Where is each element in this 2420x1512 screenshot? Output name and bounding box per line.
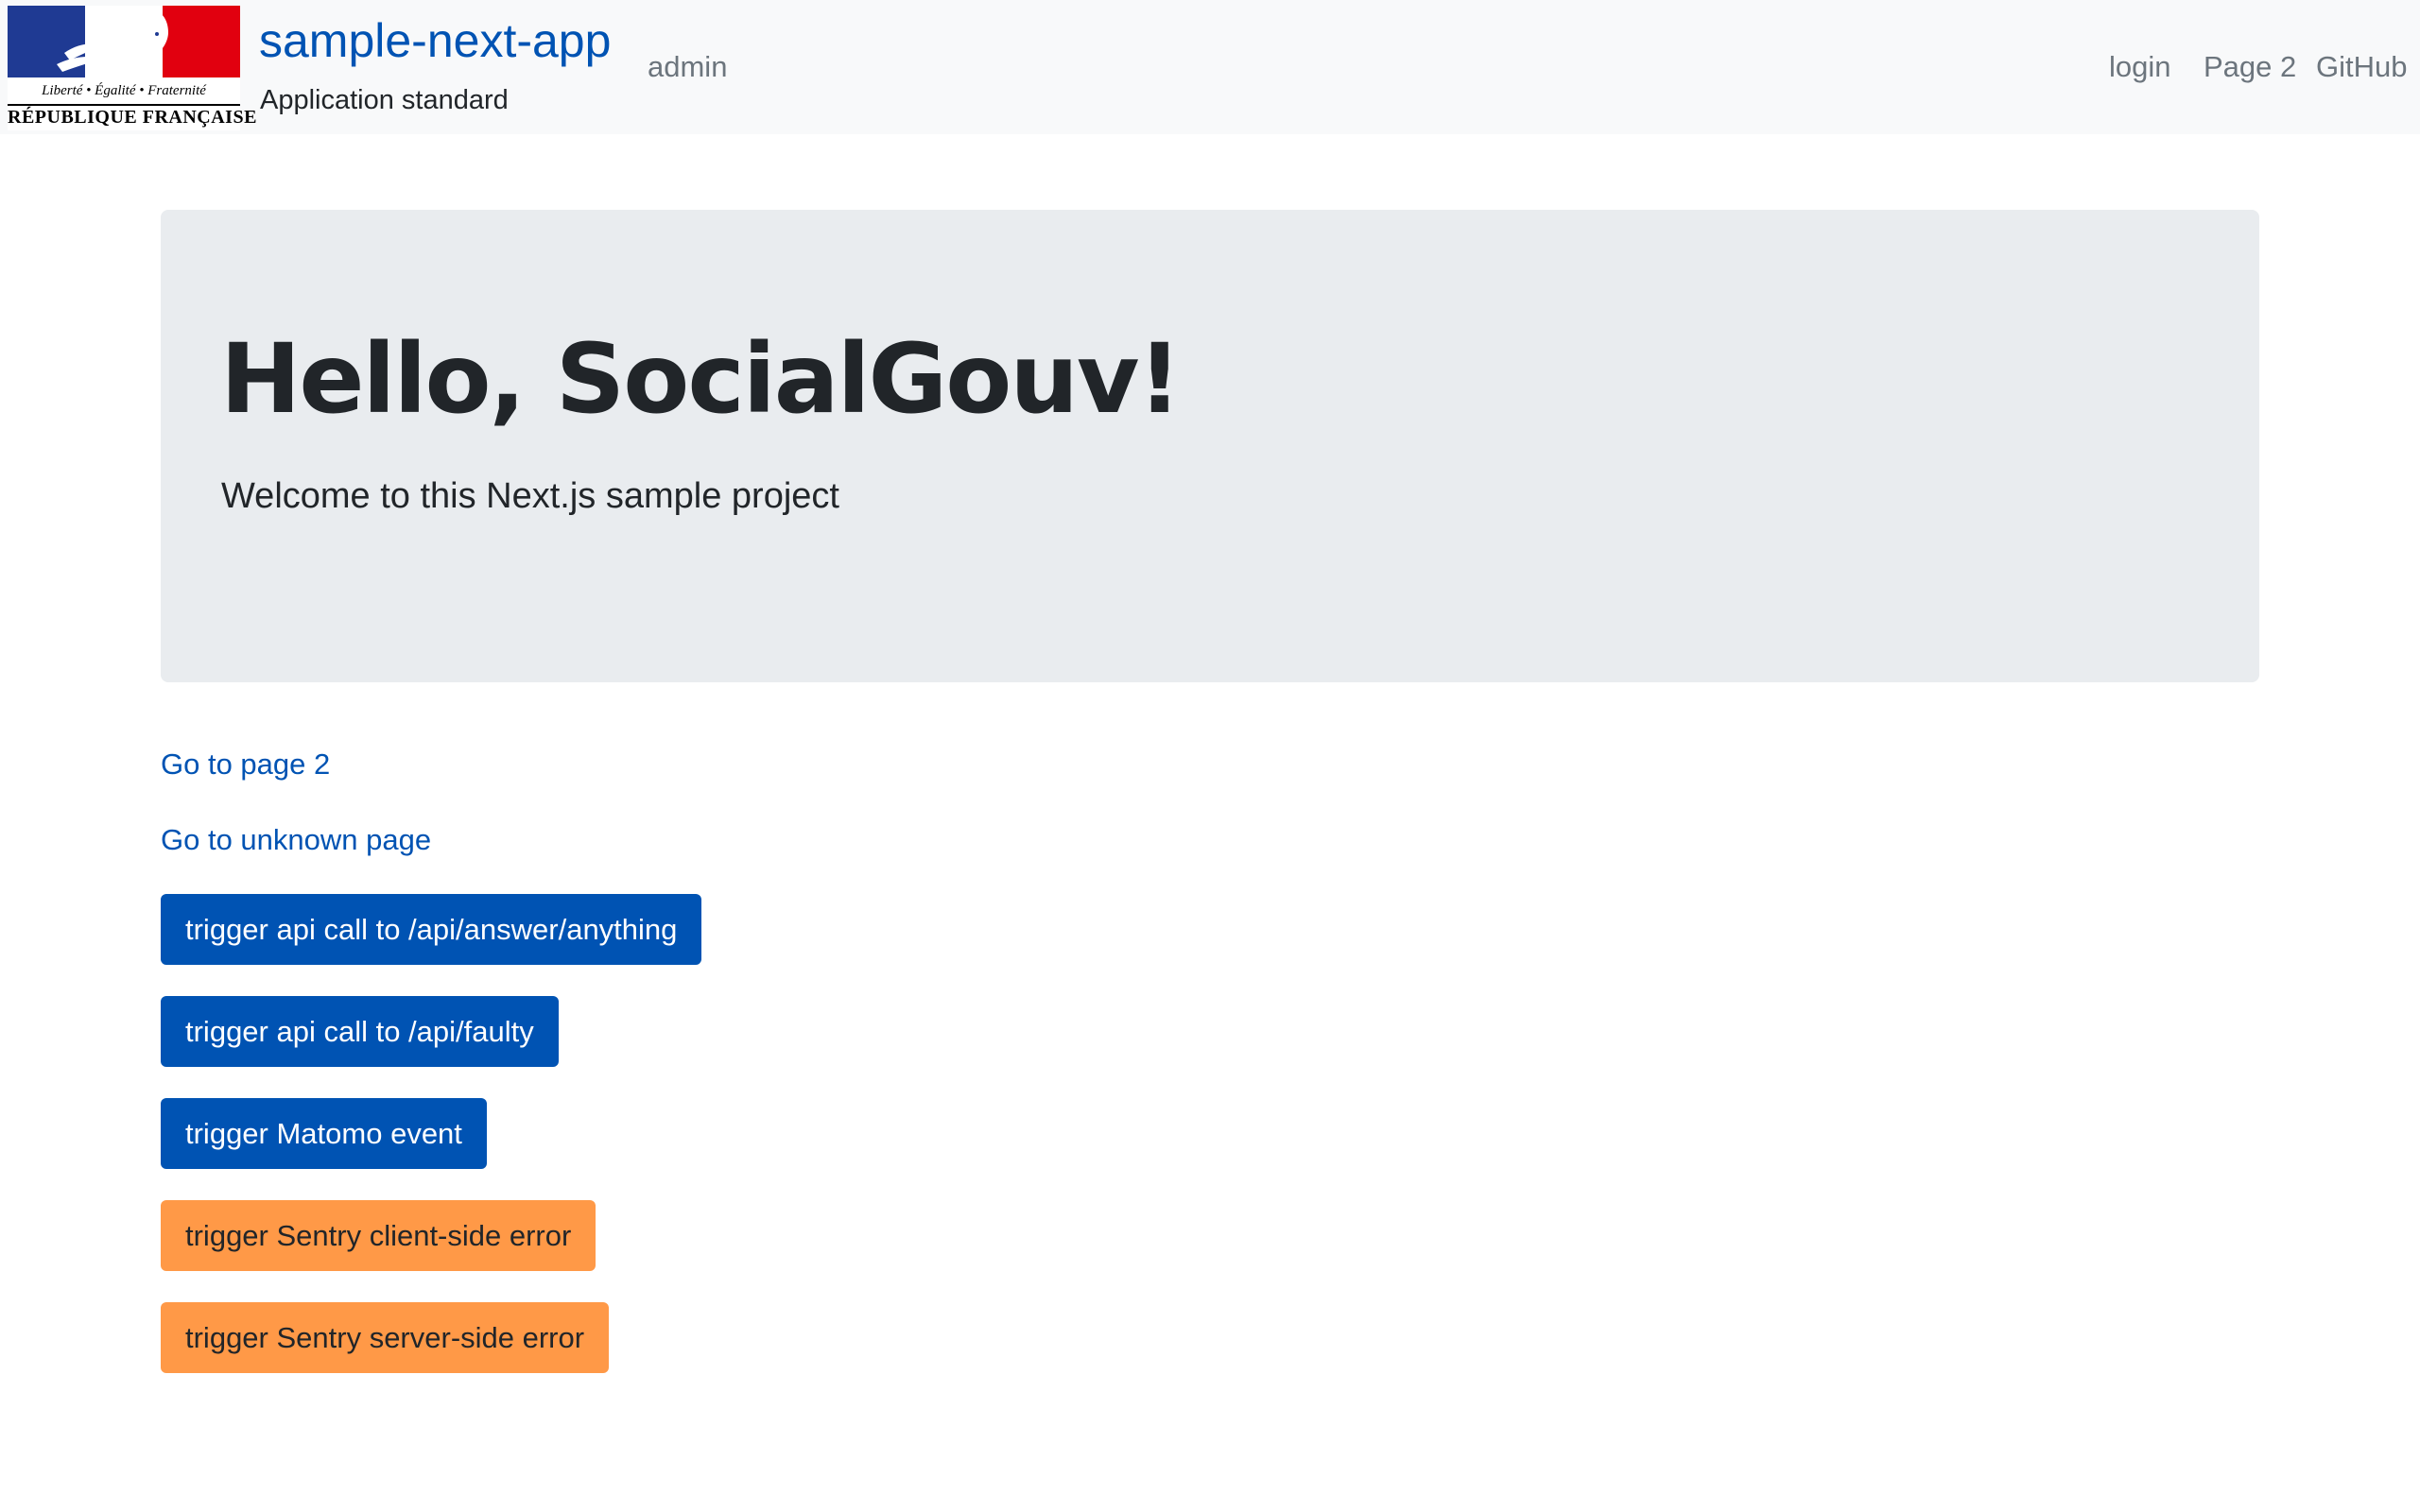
go-to-unknown-page-link[interactable]: Go to unknown page — [161, 823, 431, 857]
nav-link-login[interactable]: login — [2109, 50, 2171, 84]
trigger-api-answer-button[interactable]: trigger api call to /api/answer/anything — [161, 894, 702, 965]
republique-francaise-logo[interactable]: Liberté • Égalité • Fraternité RÉPUBLIQU… — [8, 6, 257, 130]
brand-title-link[interactable]: sample-next-app — [259, 13, 611, 68]
trigger-matomo-event-button[interactable]: trigger Matomo event — [161, 1098, 487, 1169]
logo-divider — [8, 104, 240, 106]
navbar: Liberté • Égalité • Fraternité RÉPUBLIQU… — [0, 0, 2420, 134]
hero-title: Hello, SocialGouv! — [220, 323, 1182, 436]
marianne-profile-icon — [57, 9, 168, 77]
go-to-page-2-link[interactable]: Go to page 2 — [161, 747, 330, 782]
trigger-sentry-client-error-button[interactable]: trigger Sentry client-side error — [161, 1200, 596, 1271]
hero-lead-text: Welcome to this Next.js sample project — [221, 476, 839, 516]
nav-link-admin[interactable]: admin — [648, 50, 727, 84]
trigger-api-faulty-button[interactable]: trigger api call to /api/faulty — [161, 996, 559, 1067]
trigger-sentry-server-error-button[interactable]: trigger Sentry server-side error — [161, 1302, 610, 1373]
logo-motto: Liberté • Égalité • Fraternité — [42, 83, 206, 98]
brand-subtitle: Application standard — [260, 85, 509, 115]
nav-link-page-2[interactable]: Page 2 — [2204, 50, 2296, 84]
hero-jumbotron: Hello, SocialGouv! Welcome to this Next.… — [161, 210, 2259, 682]
logo-country-name: RÉPUBLIQUE FRANÇAISE — [8, 107, 257, 128]
nav-link-github[interactable]: GitHub — [2316, 50, 2407, 84]
